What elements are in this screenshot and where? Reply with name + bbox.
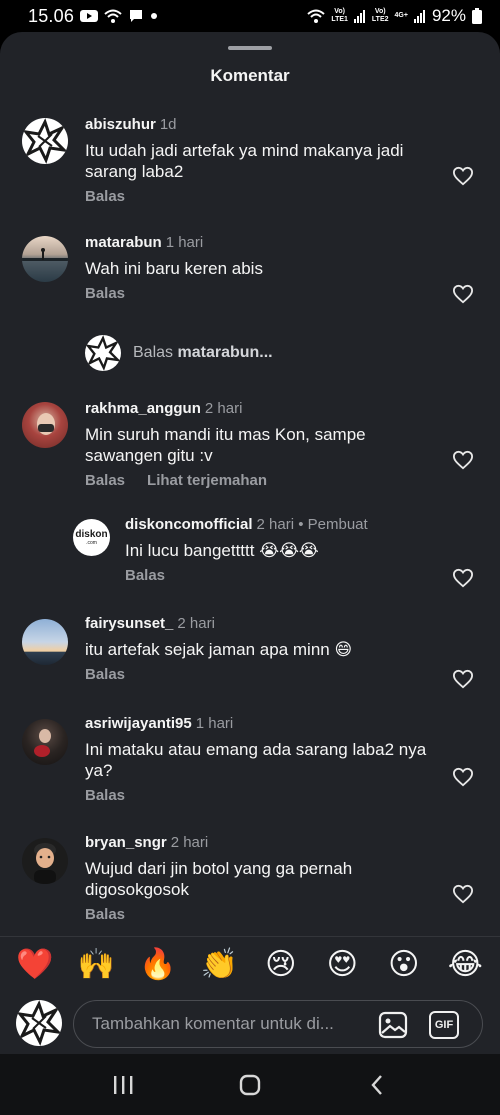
comment-username[interactable]: bryan_sngr bbox=[85, 834, 167, 851]
network-label-1: Vo) LTE1 bbox=[331, 8, 348, 23]
avatar-person-dark-photo[interactable] bbox=[22, 719, 68, 765]
comment-input[interactable] bbox=[92, 1014, 360, 1034]
comment-username[interactable]: rakhma_anggun bbox=[85, 400, 201, 417]
avatar-sunset-sky-photo[interactable] bbox=[22, 619, 68, 665]
avatar-woman-hijab-photo[interactable] bbox=[22, 402, 68, 448]
comment-username[interactable]: fairysunset_ bbox=[85, 615, 173, 632]
emoji-clap-button[interactable]: 👏 bbox=[199, 949, 239, 980]
reply-button[interactable]: Balas bbox=[125, 567, 165, 584]
sheet-title: Komentar bbox=[210, 66, 290, 85]
comment-body: asriwijayanti95 1 hari Ini mataku atau em… bbox=[85, 715, 430, 804]
network-label-2: Vo) LTE2 bbox=[371, 8, 389, 23]
like-heart-icon[interactable] bbox=[452, 568, 474, 588]
emoji-heart-button[interactable]: ❤️ bbox=[15, 949, 55, 980]
notification-dot-icon bbox=[150, 12, 158, 20]
diskon-logo-sub: .com bbox=[86, 539, 97, 546]
comment-body: rakhma_anggun 2 hari Min suruh mandi itu … bbox=[85, 400, 430, 489]
like-heart-icon[interactable] bbox=[452, 166, 474, 186]
reply-button[interactable]: Balas bbox=[85, 906, 125, 923]
current-user-avatar bbox=[16, 1000, 62, 1046]
battery-icon bbox=[472, 8, 482, 24]
comment-input-box: GIF bbox=[73, 1000, 483, 1048]
comment-text: Ini lucu bangettttt 😭😭😭 bbox=[125, 541, 319, 560]
like-heart-icon[interactable] bbox=[452, 767, 474, 787]
comment-time: 1 hari bbox=[165, 234, 204, 251]
comment-body: fairysunset_ 2 hari itu artefak sejak jam… bbox=[85, 615, 430, 683]
reply-thread-prefix: Balas bbox=[133, 344, 174, 361]
avatar-starburst-logo[interactable] bbox=[22, 118, 68, 164]
comment-username[interactable]: asriwijayanti95 bbox=[85, 715, 192, 732]
comment-username[interactable]: diskoncomofficial bbox=[125, 516, 253, 533]
system-nav-bar bbox=[0, 1054, 500, 1115]
wifi-call-icon bbox=[104, 8, 122, 24]
comment-text: Itu udah jadi artefak ya mind makanya ja… bbox=[85, 141, 404, 181]
like-heart-icon[interactable] bbox=[452, 884, 474, 904]
see-translation-button[interactable]: Lihat terjemahan bbox=[147, 472, 267, 489]
comment-body: abiszuhur 1d Itu udah jadi artefak ya min… bbox=[85, 116, 430, 205]
image-picker-icon[interactable] bbox=[378, 1011, 408, 1039]
comment-text: Wujud dari jin botol yang ga pernah digo… bbox=[85, 859, 353, 899]
comment-time: 2 hari bbox=[256, 516, 295, 533]
creator-badge: • Pembuat bbox=[298, 516, 368, 533]
recent-apps-icon[interactable] bbox=[108, 1070, 138, 1100]
avatar-diskon-logo[interactable]: diskon .com bbox=[73, 519, 110, 556]
comment-username[interactable]: matarabun bbox=[85, 234, 162, 251]
reply-button[interactable]: Balas bbox=[85, 666, 125, 683]
comment-time: 1d bbox=[159, 116, 177, 133]
emoji-heart-eyes-button[interactable]: 😍 bbox=[322, 949, 362, 980]
comment-text: Min suruh mandi itu mas Kon, sampe sawan… bbox=[85, 425, 366, 465]
status-time: 15.06 bbox=[28, 5, 75, 26]
chat-bubble-icon bbox=[128, 8, 144, 24]
reply-button[interactable]: Balas bbox=[85, 188, 125, 205]
signal-icon-2 bbox=[413, 9, 426, 23]
avatar-starburst-logo bbox=[85, 335, 121, 371]
comment-text: Wah ini baru keren abis bbox=[85, 259, 263, 278]
avatar-cartoon-boy-avatar[interactable] bbox=[22, 838, 68, 884]
like-heart-icon[interactable] bbox=[452, 284, 474, 304]
battery-percent: 92% bbox=[431, 6, 466, 25]
emoji-quick-bar: ❤️ 🙌 🔥 👏 😢 😍 😮 😂 bbox=[0, 936, 500, 992]
comment-username[interactable]: abiszuhur bbox=[85, 116, 156, 133]
back-icon[interactable] bbox=[362, 1070, 392, 1100]
home-icon[interactable] bbox=[235, 1070, 265, 1100]
comments-sheet: Komentar abiszuhur 1d Itu udah jadi artef… bbox=[0, 32, 500, 1052]
youtube-icon bbox=[80, 9, 99, 23]
comment-body: diskoncomofficial 2 hari • Pembuat Ini lu… bbox=[125, 516, 430, 584]
like-heart-icon[interactable] bbox=[452, 669, 474, 689]
gif-button[interactable]: GIF bbox=[429, 1011, 459, 1039]
comment-text: itu artefak sejak jaman apa minn 😄 bbox=[85, 640, 353, 659]
comment-time: 2 hari bbox=[170, 834, 209, 851]
emoji-fire-button[interactable]: 🔥 bbox=[138, 949, 178, 980]
emoji-raised-hands-button[interactable]: 🙌 bbox=[76, 949, 116, 980]
reply-thread-prompt[interactable]: Balas matarabun... bbox=[85, 335, 273, 371]
reply-thread-username: matarabun... bbox=[177, 344, 273, 361]
like-heart-icon[interactable] bbox=[452, 450, 474, 470]
comment-time: 1 hari bbox=[195, 715, 234, 732]
reply-button[interactable]: Balas bbox=[85, 472, 125, 489]
avatar-lake-sunset-photo[interactable] bbox=[22, 236, 68, 282]
emoji-crying-button[interactable]: 😢 bbox=[261, 949, 301, 980]
diskon-logo-text: diskon bbox=[75, 528, 108, 540]
comment-time: 2 hari bbox=[204, 400, 243, 417]
wifi-icon bbox=[307, 8, 325, 24]
signal-icon-1 bbox=[353, 9, 366, 23]
network-type-label: 4G+ bbox=[394, 12, 408, 19]
emoji-laughing-button[interactable]: 😂 bbox=[445, 949, 485, 980]
comment-body: matarabun 1 hari Wah ini baru keren abis … bbox=[85, 234, 430, 302]
comment-time: 2 hari bbox=[177, 615, 215, 632]
comment-text: Ini mataku atau emang ada sarang laba2 n… bbox=[85, 740, 427, 780]
emoji-surprised-button[interactable]: 😮 bbox=[384, 949, 424, 980]
reply-button[interactable]: Balas bbox=[85, 285, 125, 302]
status-bar: 15.06 Vo) LTE1 Vo) LTE2 4G+ 92% bbox=[0, 0, 500, 32]
reply-button[interactable]: Balas bbox=[85, 787, 125, 804]
comment-input-row: GIF bbox=[0, 994, 500, 1054]
comment-body: bryan_sngr 2 hari Wujud dari jin botol ya… bbox=[85, 834, 430, 923]
sheet-grabber[interactable] bbox=[228, 46, 272, 50]
